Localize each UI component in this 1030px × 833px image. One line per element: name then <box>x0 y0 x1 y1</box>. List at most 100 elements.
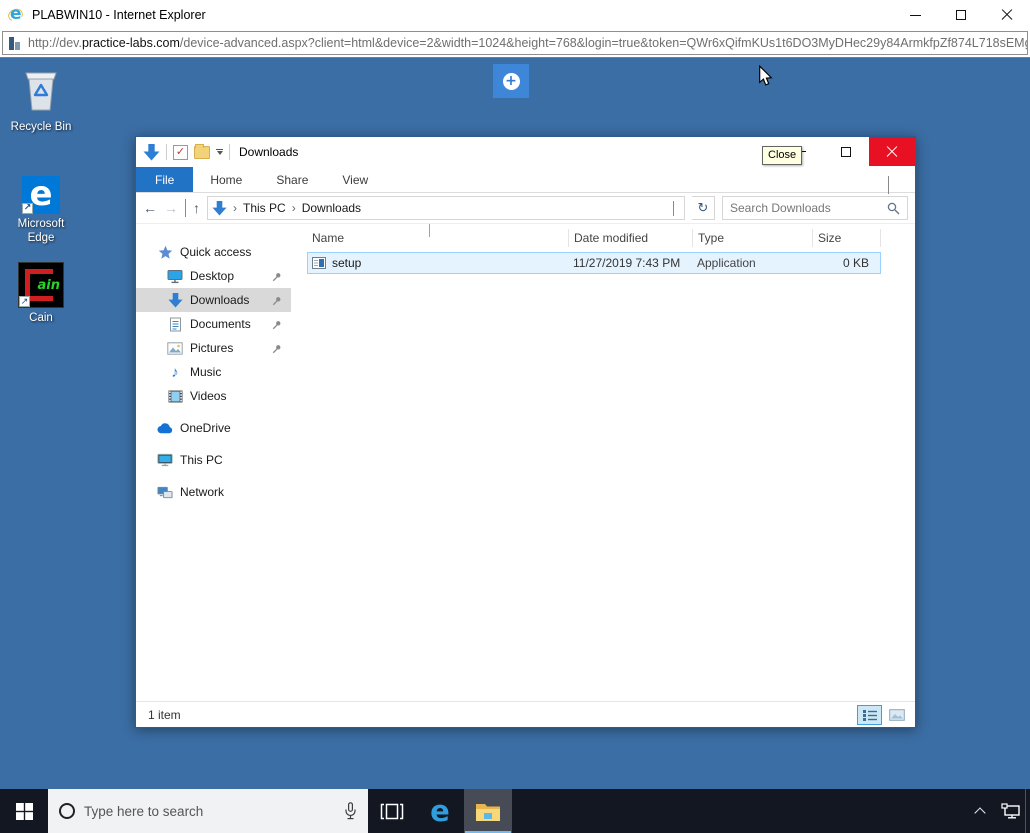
maximize-icon <box>956 10 966 20</box>
desktop-icon-microsoft-edge[interactable]: e ↗ Microsoft Edge <box>4 176 78 245</box>
close-icon <box>1001 9 1013 21</box>
taskbar-file-explorer-button[interactable] <box>464 789 512 833</box>
file-list[interactable]: Name Date modified Type Size setup 11/27… <box>291 224 915 701</box>
nav-item-network[interactable]: Network <box>136 480 291 504</box>
application-file-icon <box>312 257 326 269</box>
refresh-button[interactable]: ↻ <box>692 196 715 220</box>
breadcrumb-separator-icon: › <box>291 201 296 215</box>
desktop-icon-recycle-bin[interactable]: Recycle Bin <box>4 66 78 134</box>
properties-button[interactable]: ✓ <box>173 144 188 160</box>
status-bar: 1 item <box>136 701 915 727</box>
explorer-address-row: ← → ↑ › This PC › Downloads ↻ <box>136 193 915 224</box>
nav-item-desktop[interactable]: Desktop <box>136 264 291 288</box>
taskbar-search-box[interactable] <box>48 789 368 833</box>
search-input[interactable] <box>730 201 883 215</box>
address-dropdown-button[interactable] <box>667 201 680 216</box>
cain-icon: ain ↗ <box>18 262 64 308</box>
up-button[interactable]: ↑ <box>193 201 200 215</box>
tab-home[interactable]: Home <box>193 167 259 192</box>
nav-item-music[interactable]: ♪ Music <box>136 360 291 384</box>
forward-button[interactable]: → <box>164 201 178 215</box>
pin-icon <box>272 343 282 357</box>
close-icon <box>886 146 898 158</box>
microphone-icon[interactable] <box>344 802 357 820</box>
tab-view[interactable]: View <box>325 167 385 192</box>
taskbar-edge-button[interactable]: e <box>416 789 464 833</box>
column-header-date-modified[interactable]: Date modified <box>569 229 693 247</box>
start-button[interactable] <box>0 789 48 833</box>
chevron-up-icon <box>974 807 986 819</box>
cortana-icon <box>59 803 75 819</box>
desktop[interactable]: Recycle Bin e ↗ Microsoft Edge ain ↗ Cai… <box>0 58 1030 789</box>
new-folder-button[interactable] <box>194 143 210 159</box>
details-view-button[interactable] <box>857 704 882 725</box>
videos-icon <box>167 388 183 404</box>
nav-item-videos[interactable]: Videos <box>136 384 291 408</box>
nav-item-downloads[interactable]: Downloads <box>136 288 291 312</box>
browser-title: PLABWIN10 - Internet Explorer <box>32 8 206 22</box>
tab-share[interactable]: Share <box>259 167 325 192</box>
column-header-size[interactable]: Size <box>813 229 881 247</box>
browser-minimize-button[interactable] <box>892 0 938 30</box>
nav-item-quick-access[interactable]: Quick access <box>136 240 291 264</box>
browser-url: http://dev.practice-labs.com/device-adva… <box>28 36 1028 50</box>
task-view-button[interactable] <box>368 789 416 833</box>
desktop-icon <box>167 268 183 284</box>
screen: e PLABWIN10 - Internet Explorer http://d… <box>0 0 1030 833</box>
sort-ascending-icon <box>429 224 430 238</box>
network-icon <box>157 484 173 500</box>
column-header-name[interactable]: Name <box>307 224 569 247</box>
quick-access-toolbar: ✓ <box>136 143 230 161</box>
lab-toolbar-expand-button[interactable]: + <box>493 64 529 98</box>
network-tray-icon[interactable] <box>995 789 1025 833</box>
nav-item-this-pc[interactable]: This PC <box>136 448 291 472</box>
recent-locations-button[interactable] <box>185 199 186 217</box>
recycle-bin-icon <box>25 72 57 111</box>
address-bar[interactable]: › This PC › Downloads <box>207 196 685 220</box>
nav-item-pictures[interactable]: Pictures <box>136 336 291 360</box>
taskbar-search-input[interactable] <box>84 803 335 819</box>
customize-quick-access-button[interactable] <box>216 148 223 156</box>
browser-maximize-button[interactable] <box>938 0 984 30</box>
breadcrumb-this-pc[interactable]: This PC <box>243 201 286 215</box>
large-icons-view-icon <box>888 708 905 721</box>
explorer-maximize-button[interactable] <box>823 137 869 166</box>
nav-item-documents[interactable]: Documents <box>136 312 291 336</box>
breadcrumb-downloads[interactable]: Downloads <box>302 201 361 215</box>
item-count: 1 item <box>148 707 181 722</box>
navigation-pane: Quick access Desktop Downloads Documents… <box>136 224 291 701</box>
show-hidden-icons-button[interactable] <box>965 789 995 833</box>
pictures-icon <box>167 340 183 356</box>
large-icons-view-button[interactable] <box>884 705 909 725</box>
column-header-type[interactable]: Type <box>693 229 813 247</box>
details-view-icon <box>862 709 877 721</box>
close-tooltip: Close <box>762 146 803 165</box>
browser-titlebar: e PLABWIN10 - Internet Explorer <box>0 0 1030 30</box>
expand-ribbon-button[interactable] <box>888 176 889 194</box>
edge-icon: e ↗ <box>22 176 60 214</box>
browser-close-button[interactable] <box>984 0 1030 30</box>
browser-address-bar[interactable]: http://dev.practice-labs.com/device-adva… <box>2 31 1028 55</box>
desktop-icon-label: Cain <box>29 312 53 324</box>
explorer-close-button[interactable] <box>869 137 915 166</box>
tab-file[interactable]: File <box>136 167 194 192</box>
this-pc-icon <box>157 452 173 468</box>
onedrive-cloud-icon <box>157 420 173 436</box>
nav-item-onedrive[interactable]: OneDrive <box>136 416 291 440</box>
back-button[interactable]: ← <box>143 201 157 215</box>
desktop-icon-cain[interactable]: ain ↗ Cain <box>4 262 78 325</box>
maximize-icon <box>841 146 851 157</box>
browser-address-row: http://dev.practice-labs.com/device-adva… <box>0 30 1030 58</box>
file-row-setup[interactable]: setup 11/27/2019 7:43 PM Application 0 K… <box>307 252 881 274</box>
system-tray <box>965 789 1030 833</box>
minimize-icon <box>909 14 921 16</box>
windows-logo-icon <box>15 802 33 820</box>
downloads-folder-icon <box>143 143 160 160</box>
taskbar: e <box>0 789 1030 833</box>
task-view-icon <box>380 803 404 819</box>
show-desktop-button[interactable] <box>1025 789 1030 833</box>
downloads-icon <box>167 292 183 308</box>
file-explorer-icon <box>476 803 500 821</box>
documents-icon <box>167 316 183 332</box>
explorer-search-box[interactable] <box>722 196 908 220</box>
